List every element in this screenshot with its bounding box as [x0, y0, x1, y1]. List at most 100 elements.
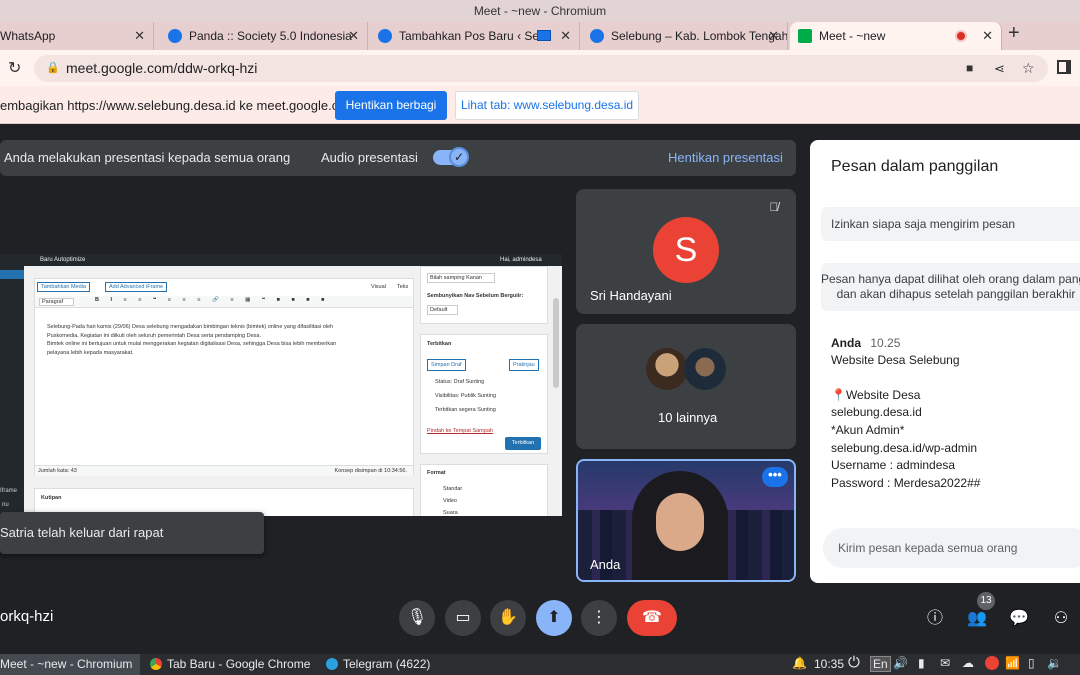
tab-tambahkan-pos[interactable]: Tambahkan Pos Baru ‹ Sele ✕	[370, 22, 580, 50]
camera-button[interactable]: ▭	[445, 600, 481, 636]
tab-selebung[interactable]: Selebung – Kab. Lombok Tengah ✕	[582, 22, 788, 50]
participant-tile-others[interactable]: 10 lainnya	[576, 324, 796, 449]
message-line[interactable]: selebung.desa.id/wp-admin	[831, 441, 977, 455]
preview-button: Pratinjau	[509, 359, 539, 371]
people-icon[interactable]: 👥	[966, 608, 988, 630]
window-title: Meet - ~new - Chromium	[0, 0, 1080, 22]
message-line: Website Desa Selebung	[831, 353, 960, 367]
more-options-icon[interactable]: •••	[762, 467, 788, 487]
wp-status-line: Jumlah kata: 43 Konsep disimpan di 10:34…	[35, 465, 413, 476]
message-line: Password : Merdesa2022##	[831, 476, 981, 490]
body-line: Puskomedia. Kegiatan ini diikuti oleh se…	[47, 332, 262, 339]
tab-label: Panda :: Society 5.0 Indonesia	[189, 29, 352, 43]
wp-format-box: Format Standar Video Suara	[420, 464, 548, 516]
wp-admin-bar: Baru Autoptimize Hai, admindesa	[0, 254, 562, 266]
mic-button[interactable]: 🎙	[399, 600, 435, 636]
share-icon[interactable]: ⋖	[994, 55, 1005, 82]
message-line: *Akun Admin*	[831, 423, 905, 437]
screen-share-icon	[537, 30, 551, 41]
share-infobar: embagikan https://www.selebung.desa.id k…	[0, 86, 1080, 124]
people-count-badge: 13	[977, 592, 995, 610]
wp-publish-box: Terbitkan Simpan Draf Pratinjau Status: …	[420, 334, 548, 454]
avatar: S	[653, 217, 719, 283]
wp-body: Selebung-Pada hari kamis (29/06) Desa se…	[47, 323, 336, 357]
taskbar-item-chrome[interactable]: Tab Baru - Google Chrome	[150, 654, 310, 675]
hangup-icon: ☎	[642, 609, 662, 626]
lock-icon: 🔒	[46, 62, 60, 74]
present-button[interactable]: ⬆	[536, 600, 572, 636]
add-iframe-button: Add Advanced iFrame	[105, 282, 168, 292]
url-text: meet.google.com/ddw-orkq-hzi	[66, 60, 258, 76]
stop-presenting-button[interactable]: Hentikan presentasi	[668, 150, 783, 165]
close-icon[interactable]: ✕	[768, 28, 779, 44]
tab-label: Tambahkan Pos Baru ‹ Sele	[399, 29, 549, 43]
view-tab-button[interactable]: Lihat tab: www.selebung.desa.id	[455, 91, 639, 120]
audio-label: Audio presentasi	[321, 150, 418, 165]
power-icon[interactable]: ⏻	[848, 654, 860, 671]
chat-info-note: Pesan hanya dapat dilihat oleh orang dal…	[821, 263, 1080, 311]
new-tab-icon[interactable]: +	[1008, 22, 1020, 45]
bookmark-star-icon[interactable]: ☆	[1022, 55, 1035, 82]
notification-bell-icon[interactable]: 🔔	[792, 656, 807, 670]
stop-sharing-button[interactable]: Hentikan berbagi	[335, 91, 447, 120]
tab-whatsapp[interactable]: WhatsApp ✕	[0, 22, 154, 50]
self-view-tile[interactable]: ••• Anda	[576, 459, 796, 582]
chat-icon[interactable]: 💬	[1008, 608, 1030, 630]
taskbar-item-meet[interactable]: Meet - ~new - Chromium	[0, 654, 140, 675]
message-line[interactable]: selebung.desa.id	[831, 405, 922, 419]
camera-icon[interactable]: ■	[966, 55, 973, 82]
trash-link: Pindah ke Tempat Sampah	[427, 428, 493, 434]
tab-label: Meet - ~new	[819, 29, 886, 43]
status-line: Status: Draf Sunting	[435, 379, 485, 385]
wifi-icon[interactable]: 📶	[1005, 656, 1020, 670]
more-options-button[interactable]: ⋮	[581, 600, 617, 636]
volume-icon[interactable]: 🔊	[893, 656, 908, 670]
cloud-icon[interactable]: ☁	[962, 656, 974, 670]
side-panel-icon[interactable]	[1057, 60, 1071, 74]
mic-off-icon: 🎙̸	[769, 200, 779, 214]
taskbar-label: Meet - ~new - Chromium	[0, 657, 133, 671]
keyboard-layout[interactable]: En	[870, 656, 891, 672]
default-select: Default	[427, 305, 459, 315]
message-sender: Anda	[831, 336, 861, 350]
app-tray-icon[interactable]	[985, 656, 999, 670]
shared-screen: Baru Autoptimize Hai, admindesa Iframe n…	[0, 254, 562, 516]
recording-dot-icon	[955, 30, 967, 42]
tab-strip: WhatsApp ✕ Panda :: Society 5.0 Indonesi…	[0, 22, 1080, 50]
audio-toggle[interactable]: ✓	[433, 147, 469, 167]
share-message: embagikan https://www.selebung.desa.id k…	[0, 98, 357, 113]
close-icon[interactable]: ✕	[134, 28, 145, 44]
taskbar-item-telegram[interactable]: Telegram (4622)	[326, 654, 430, 675]
address-bar[interactable]: 🔒 meet.google.com/ddw-orkq-hzi ■ ⋖ ☆	[34, 55, 1048, 82]
close-icon[interactable]: ✕	[348, 28, 359, 44]
tab-meet[interactable]: Meet - ~new ✕	[790, 22, 1002, 50]
excerpt-title: Kutipan	[41, 495, 62, 501]
chrome-icon	[150, 658, 162, 670]
message-line: 📍Website Desa	[831, 388, 921, 402]
visibility-line: Visibilitas: Publik Sunting	[435, 393, 497, 399]
format-option: Standar	[443, 486, 463, 492]
tab-panda[interactable]: Panda :: Society 5.0 Indonesia ✕	[160, 22, 368, 50]
info-icon[interactable]: ⓘ	[924, 608, 946, 630]
participant-tile-sri[interactable]: 🎙̸ S Sri Handayani	[576, 189, 796, 314]
close-icon[interactable]: ✕	[982, 28, 993, 44]
close-icon[interactable]: ✕	[560, 28, 571, 44]
meet-favicon-icon	[798, 29, 812, 43]
leave-call-button[interactable]: ☎	[627, 600, 677, 636]
activities-icon[interactable]: ⚇	[1050, 608, 1072, 630]
publish-title: Terbitkan	[427, 341, 452, 347]
more-vert-icon: ⋮	[591, 609, 607, 626]
wp-sidebar-item: Iframe	[0, 488, 18, 494]
body-line: Selebung-Pada hari kamis (29/06) Desa se…	[47, 324, 334, 330]
reload-icon[interactable]: ↻	[8, 58, 21, 78]
mail-icon[interactable]: ✉	[940, 656, 950, 670]
clock[interactable]: 10:35	[814, 654, 844, 675]
battery-status-icon: ▯	[1028, 656, 1035, 670]
format-icons: B I ≡ ≡ ❝ ≡ ≡ ≡ 🔗 ≡ ▦ ❝ ■ ■ ■ ■	[95, 297, 330, 303]
taskbar-label: Telegram (4622)	[343, 657, 431, 671]
speaker-icon[interactable]: 🔉	[1047, 656, 1062, 670]
chat-input[interactable]: Kirim pesan kepada semua orang	[823, 528, 1080, 568]
allow-messages-label: Izinkan siapa saja mengirim pesan	[831, 217, 1016, 231]
add-media-button: Tambahkan Media	[37, 282, 90, 292]
raise-hand-button[interactable]: ✋	[490, 600, 526, 636]
